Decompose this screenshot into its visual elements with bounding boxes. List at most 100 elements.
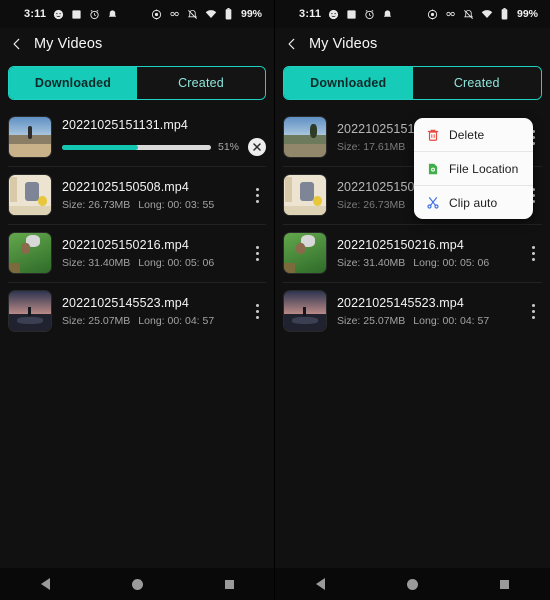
list-item[interactable]: 20221025145523.mp4 Size: 25.07MB Long: 00… bbox=[275, 282, 550, 340]
video-meta: 20221025145523.mp4 Size: 25.07MB Long: 00… bbox=[337, 296, 524, 327]
video-filename: 20221025150216.mp4 bbox=[337, 237, 464, 252]
square-recents-icon bbox=[499, 579, 509, 589]
android-nav-bar-right bbox=[275, 568, 550, 600]
video-info: Size: 25.07MB Long: 00: 04: 57 bbox=[337, 315, 524, 327]
tab-group-left: Downloaded Created bbox=[8, 66, 266, 100]
list-item[interactable]: 20221025150508.mp4 Size: 26.73MB Long: 00… bbox=[0, 166, 274, 224]
video-thumbnail bbox=[8, 232, 52, 274]
video-filename: 20221025145523.mp4 bbox=[337, 295, 464, 310]
close-circle-icon[interactable] bbox=[248, 138, 266, 156]
triangle-back-icon bbox=[316, 578, 326, 590]
status-bar-right-group: 99% bbox=[151, 8, 262, 20]
mute-bell-icon bbox=[463, 8, 475, 20]
context-menu: Delete File Location Clip auto bbox=[414, 118, 533, 219]
video-filename: 20221025150508.mp4 bbox=[62, 179, 189, 194]
video-list-left: 20221025151131.mp4 51% 20221025150508.mp… bbox=[0, 108, 274, 344]
list-item[interactable]: 20221025151131.mp4 51% bbox=[0, 108, 274, 166]
menu-item-label: File Location bbox=[449, 161, 519, 176]
vpn-key-icon bbox=[169, 8, 181, 20]
trash-icon bbox=[425, 127, 440, 142]
nav-back-button[interactable] bbox=[0, 578, 92, 590]
progress-percent-label: 51% bbox=[217, 141, 239, 153]
tab-created[interactable]: Created bbox=[137, 67, 265, 99]
vpn-key-icon bbox=[445, 8, 457, 20]
notification-bell-icon bbox=[381, 8, 393, 20]
wifi-icon bbox=[205, 8, 217, 20]
overflow-menu-icon[interactable] bbox=[248, 182, 266, 208]
video-size: Size: 26.73MB bbox=[62, 198, 131, 211]
circle-home-icon bbox=[132, 578, 143, 590]
video-info: Size: 31.40MB Long: 00: 05: 06 bbox=[62, 257, 248, 269]
tab-downloaded[interactable]: Downloaded bbox=[9, 67, 137, 99]
scissors-icon bbox=[425, 195, 440, 210]
overflow-menu-icon[interactable] bbox=[248, 240, 266, 266]
video-info: Size: 26.73MB Long: 00: 03: 55 bbox=[62, 199, 248, 211]
chevron-left-icon[interactable] bbox=[285, 36, 299, 52]
face-emoji-icon bbox=[327, 8, 339, 20]
notification-bell-icon bbox=[106, 8, 118, 20]
right-phone-panel: 3:11 99% My Videos Downloaded Created 20… bbox=[275, 0, 550, 600]
dual-screenshot-container: 3:11 99% My Videos Downloaded Created 20… bbox=[0, 0, 550, 600]
nav-home-button[interactable] bbox=[367, 578, 459, 590]
overflow-menu-icon[interactable] bbox=[524, 298, 542, 324]
video-size: Size: 17.61MB bbox=[337, 140, 406, 153]
overflow-menu-icon[interactable] bbox=[524, 240, 542, 266]
video-filename: 20221025150216.mp4 bbox=[62, 237, 189, 252]
page-title: My Videos bbox=[34, 36, 103, 52]
video-meta: 20221025150216.mp4 Size: 31.40MB Long: 00… bbox=[62, 238, 248, 269]
video-size: Size: 25.07MB bbox=[62, 314, 131, 327]
progress-bar bbox=[62, 144, 211, 150]
alarm-clock-icon bbox=[88, 8, 100, 20]
tab-created[interactable]: Created bbox=[412, 67, 541, 99]
file-location-icon bbox=[425, 161, 440, 176]
tabs-container-left: Downloaded Created bbox=[0, 60, 274, 108]
video-thumbnail bbox=[8, 174, 52, 216]
wifi-icon bbox=[481, 8, 493, 20]
video-size: Size: 25.07MB bbox=[337, 314, 406, 327]
download-progress-row: 51% bbox=[62, 138, 266, 156]
status-bar-left-group: 3:11 bbox=[299, 8, 393, 20]
mute-bell-icon bbox=[187, 8, 199, 20]
status-bar-clock: 3:11 bbox=[24, 8, 47, 20]
nav-recents-button[interactable] bbox=[458, 579, 550, 589]
battery-percent: 99% bbox=[240, 8, 262, 20]
video-size: Size: 26.73MB bbox=[337, 198, 406, 211]
square-app-icon bbox=[345, 8, 357, 20]
video-thumbnail bbox=[283, 290, 327, 332]
nav-recents-button[interactable] bbox=[183, 579, 274, 589]
list-item[interactable]: 20221025150216.mp4 Size: 31.40MB Long: 00… bbox=[0, 224, 274, 282]
video-meta: 20221025150216.mp4 Size: 31.40MB Long: 00… bbox=[337, 238, 524, 269]
location-icon bbox=[151, 8, 163, 20]
chevron-left-icon[interactable] bbox=[10, 36, 24, 52]
face-emoji-icon bbox=[52, 8, 64, 20]
app-bar-left: My Videos bbox=[0, 28, 274, 60]
nav-home-button[interactable] bbox=[92, 578, 184, 590]
menu-item-clip-auto[interactable]: Clip auto bbox=[414, 185, 533, 219]
tabs-container-right: Downloaded Created bbox=[275, 60, 550, 108]
triangle-back-icon bbox=[41, 578, 51, 590]
status-bar-right-group: 99% bbox=[427, 8, 538, 20]
list-item[interactable]: 20221025145523.mp4 Size: 25.07MB Long: 00… bbox=[0, 282, 274, 340]
video-duration: Long: 00: 03: 55 bbox=[138, 198, 215, 211]
nav-back-button[interactable] bbox=[275, 578, 367, 590]
video-thumbnail bbox=[283, 232, 327, 274]
menu-item-delete[interactable]: Delete bbox=[414, 118, 533, 151]
menu-item-label: Clip auto bbox=[449, 195, 498, 210]
page-title: My Videos bbox=[309, 36, 378, 52]
list-item[interactable]: 20221025150216.mp4 Size: 31.40MB Long: 00… bbox=[275, 224, 550, 282]
left-phone-panel: 3:11 99% My Videos Downloaded Created 20… bbox=[0, 0, 275, 600]
video-thumbnail bbox=[283, 116, 327, 158]
video-filename: 20221025145523.mp4 bbox=[62, 295, 189, 310]
video-duration: Long: 00: 04: 57 bbox=[413, 314, 490, 327]
circle-home-icon bbox=[407, 578, 418, 590]
status-bar-left: 3:11 99% bbox=[0, 0, 274, 28]
video-size: Size: 31.40MB bbox=[62, 256, 131, 269]
tab-group-right: Downloaded Created bbox=[283, 66, 542, 100]
video-meta: 20221025150508.mp4 Size: 26.73MB Long: 00… bbox=[62, 180, 248, 211]
video-duration: Long: 00: 05: 06 bbox=[138, 256, 215, 269]
menu-item-file-location[interactable]: File Location bbox=[414, 151, 533, 185]
tab-downloaded[interactable]: Downloaded bbox=[284, 67, 413, 99]
app-bar-right: My Videos bbox=[275, 28, 550, 60]
overflow-menu-icon[interactable] bbox=[248, 298, 266, 324]
alarm-clock-icon bbox=[363, 8, 375, 20]
